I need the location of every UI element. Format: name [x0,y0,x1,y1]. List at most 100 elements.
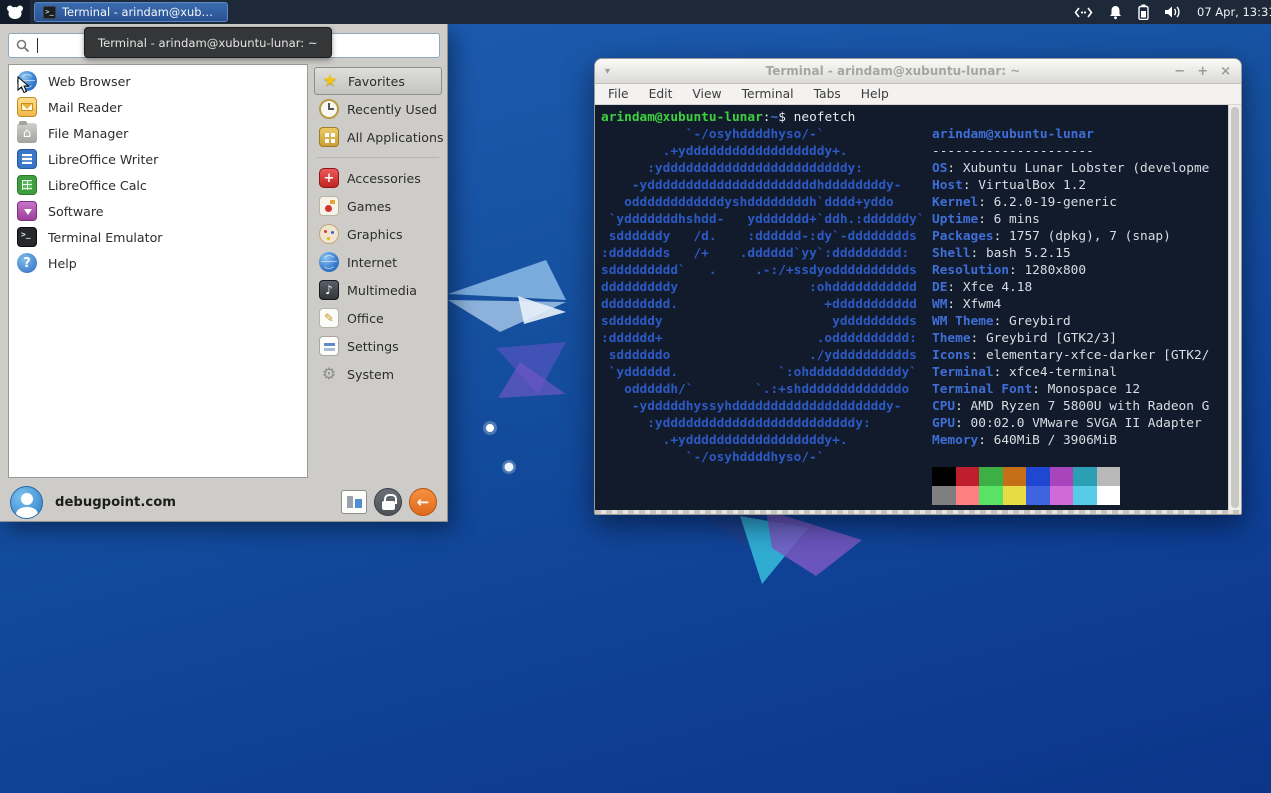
info-row-packages: Packages: 1757 (dpkg), 7 (snap) [932,228,1209,245]
info-value: : bash 5.2.15 [971,246,1071,261]
info-label: OS [932,161,947,176]
palette-swatch [1073,486,1097,505]
app-item-libreoffice-writer[interactable]: LibreOffice Writer [9,146,307,172]
menubar-help[interactable]: Help [851,87,899,101]
category-multimedia[interactable]: Multimedia [314,276,442,304]
volume-icon[interactable] [1164,5,1182,19]
info-row-icons: Icons: elementary-xfce-darker [GTK2/ [932,347,1209,364]
mouse-cursor [17,76,30,94]
text-caret [37,38,38,53]
battery-icon[interactable] [1138,4,1149,20]
network-icon[interactable] [1074,6,1093,19]
category-all-applications[interactable]: All Applications [314,123,442,151]
app-item-software[interactable]: Software [9,198,307,224]
menubar-file[interactable]: File [598,87,639,101]
system-icon [319,364,339,384]
window-titlebar[interactable]: ▾ Terminal - arindam@xubuntu-lunar: ~ − … [595,59,1241,84]
panel-clock[interactable]: 07 Apr, 13:31 [1197,5,1267,19]
palette-swatch [1026,486,1050,505]
palette-swatch [979,486,1003,505]
category-accessories[interactable]: Accessories [314,164,442,192]
user-avatar[interactable] [10,486,43,519]
notifications-icon[interactable] [1108,5,1123,20]
category-label: Games [347,199,391,214]
app-item-mail-reader[interactable]: Mail Reader [9,94,307,120]
games-icon [319,196,339,216]
info-label: Terminal [932,365,994,380]
prompt-dollar: $ [778,110,786,125]
category-graphics[interactable]: Graphics [314,220,442,248]
app-item-label: Help [48,256,77,271]
info-value: : AMD Ryzen 7 5800U with Radeon G [955,399,1209,414]
window-menu-arrow-icon[interactable]: ▾ [605,66,625,77]
prompt-command: neofetch [786,110,855,125]
info-value: : Greybird [994,314,1071,329]
search-icon [16,39,30,53]
all-settings-button[interactable] [341,490,367,514]
mail-reader-icon [17,97,37,117]
category-label: Settings [347,339,399,354]
info-label: GPU [932,416,955,431]
app-item-label: Terminal Emulator [48,230,162,245]
category-games[interactable]: Games [314,192,442,220]
info-label: Resolution [932,263,1009,278]
category-internet[interactable]: Internet [314,248,442,276]
window-resize-edge[interactable] [595,510,1241,514]
category-settings[interactable]: Settings [314,332,442,360]
scrollbar-thumb[interactable] [1231,107,1239,508]
palette-swatch [979,467,1003,486]
libreoffice-writer-icon [17,149,37,169]
category-label: All Applications [347,130,444,145]
info-row-shell: Shell: bash 5.2.15 [932,245,1209,262]
taskbar-window-button[interactable]: >_ Terminal - arindam@xubunt... [34,2,228,22]
all-applications-icon [319,127,339,147]
menubar-edit[interactable]: Edit [639,87,683,101]
terminal-scrollbar[interactable] [1228,105,1241,510]
info-row-os: OS: Xubuntu Lunar Lobster (developme [932,160,1209,177]
category-label: System [347,367,394,382]
menu-app-list: Web BrowserMail ReaderFile ManagerLibreO… [8,64,308,478]
maximize-button[interactable]: + [1197,59,1208,84]
info-value: : VirtualBox 1.2 [963,178,1086,193]
whisker-menu-button[interactable] [0,0,30,24]
top-panel: >_ Terminal - arindam@xubunt... [0,0,1271,24]
menubar-terminal[interactable]: Terminal [732,87,804,101]
graphics-icon [319,224,339,244]
menu-category-list: FavoritesRecently Used All Applications Ac… [314,67,442,388]
menubar-view[interactable]: View [682,87,731,101]
app-item-label: Mail Reader [48,100,122,115]
app-item-terminal-emulator[interactable]: Terminal Emulator [9,224,307,250]
info-label: Icons [932,348,971,363]
info-row-uptime: Uptime: 6 mins [932,211,1209,228]
terminal-emulator-icon [17,227,37,247]
menubar-tabs[interactable]: Tabs [804,87,851,101]
category-favorites[interactable]: Favorites [314,67,442,95]
info-label: Memory [932,433,978,448]
info-row-theme: Theme: Greybird [GTK2/3] [932,330,1209,347]
system-tray: 07 Apr, 13:31 [1074,4,1271,20]
taskbar-tooltip: Terminal - arindam@xubuntu-lunar: ~ [84,27,332,58]
recently-used-icon [319,99,339,119]
prompt-colon: : [763,110,771,125]
minimize-button[interactable]: − [1174,59,1185,84]
palette-swatch [1050,486,1074,505]
category-system[interactable]: System [314,360,442,388]
close-button[interactable]: × [1220,59,1231,84]
neofetch-color-palette [932,467,1120,505]
palette-row2 [932,486,1120,505]
terminal-viewport[interactable]: arindam@xubuntu-lunar:~$ neofetch `-/osy… [595,105,1241,510]
info-value: : 1757 (dpkg), 7 (snap) [994,229,1171,244]
info-value: : Xubuntu Lunar Lobster (developme [947,161,1209,176]
category-office[interactable]: Office [314,304,442,332]
info-label: Kernel [932,195,978,210]
info-row-cpu: CPU: AMD Ryzen 7 5800U with Radeon G [932,398,1209,415]
app-item-file-manager[interactable]: File Manager [9,120,307,146]
file-manager-icon [17,123,37,143]
app-item-web-browser[interactable]: Web Browser [9,68,307,94]
log-out-button[interactable]: ← [409,488,437,516]
lock-screen-button[interactable] [374,488,402,516]
app-item-help[interactable]: Help [9,250,307,276]
category-recently-used[interactable]: Recently Used [314,95,442,123]
app-item-libreoffice-calc[interactable]: LibreOffice Calc [9,172,307,198]
app-item-label: Web Browser [48,74,131,89]
